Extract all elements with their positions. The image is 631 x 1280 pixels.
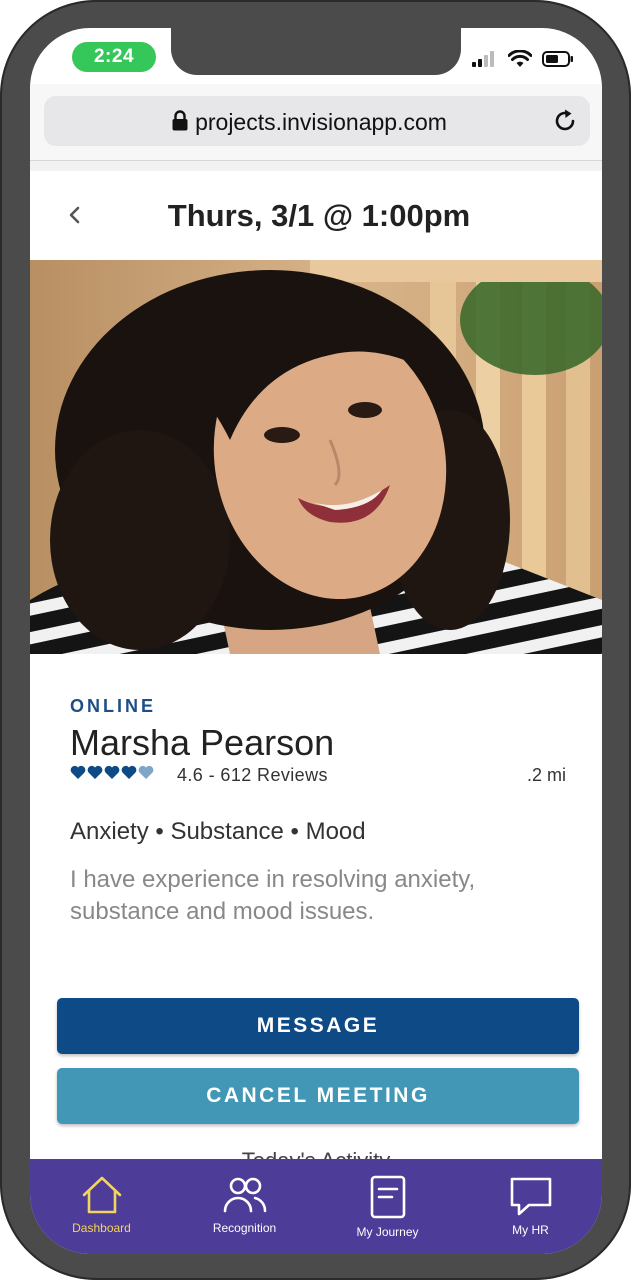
rating-hearts [70, 765, 154, 780]
tab-my-journey[interactable]: My Journey [316, 1159, 459, 1254]
status-time: 2:24 [72, 42, 156, 72]
wifi-icon [507, 49, 533, 73]
heart-icon [87, 765, 103, 779]
device-notch [171, 28, 461, 75]
heart-icon [121, 765, 137, 779]
tab-recognition[interactable]: Recognition [173, 1159, 316, 1254]
cancel-meeting-button[interactable]: CANCEL MEETING [57, 1068, 579, 1124]
browser-bar: projects.invisionapp.com [30, 84, 602, 161]
heart-icon [70, 765, 86, 779]
tab-label: My Journey [356, 1225, 419, 1239]
status-icons [472, 49, 574, 73]
battery-icon [542, 51, 574, 72]
provider-description: I have experience in resolving anxiety, … [70, 866, 476, 925]
heart-icon [138, 765, 154, 779]
page-title: Thurs, 3/1 @ 1:00pm [167, 198, 471, 233]
tab-label: Dashboard [72, 1221, 131, 1235]
bottom-tab-bar: Dashboard Recognition My Journey My HR [30, 1159, 602, 1254]
people-icon [223, 1177, 266, 1213]
tab-my-hr[interactable]: My HR [459, 1159, 602, 1254]
signal-icon [472, 51, 498, 72]
tab-label: Recognition [212, 1221, 277, 1235]
profile-photo [30, 260, 602, 654]
chat-bubble-icon [510, 1177, 551, 1216]
reload-icon[interactable] [552, 108, 578, 139]
status-badge: ONLINE [70, 696, 157, 716]
heart-icon [104, 765, 120, 779]
specialties: Anxiety • Substance • Mood [70, 818, 366, 845]
screen: 2:24 projects.invisionapp.com Thurs, 3/1… [30, 28, 602, 1254]
home-icon [82, 1176, 121, 1214]
distance-text: .2 mi [526, 765, 566, 785]
url-bar[interactable]: projects.invisionapp.com [44, 96, 590, 146]
tab-dashboard[interactable]: Dashboard [30, 1159, 173, 1254]
journal-icon [370, 1175, 405, 1219]
rating-text: 4.6 - 612 Reviews [177, 765, 328, 785]
provider-name: Marsha Pearson [70, 722, 335, 763]
message-button[interactable]: MESSAGE [57, 998, 579, 1054]
url-text: projects.invisionapp.com [195, 109, 447, 135]
page-divider [30, 161, 602, 171]
tab-label: My HR [512, 1223, 549, 1237]
